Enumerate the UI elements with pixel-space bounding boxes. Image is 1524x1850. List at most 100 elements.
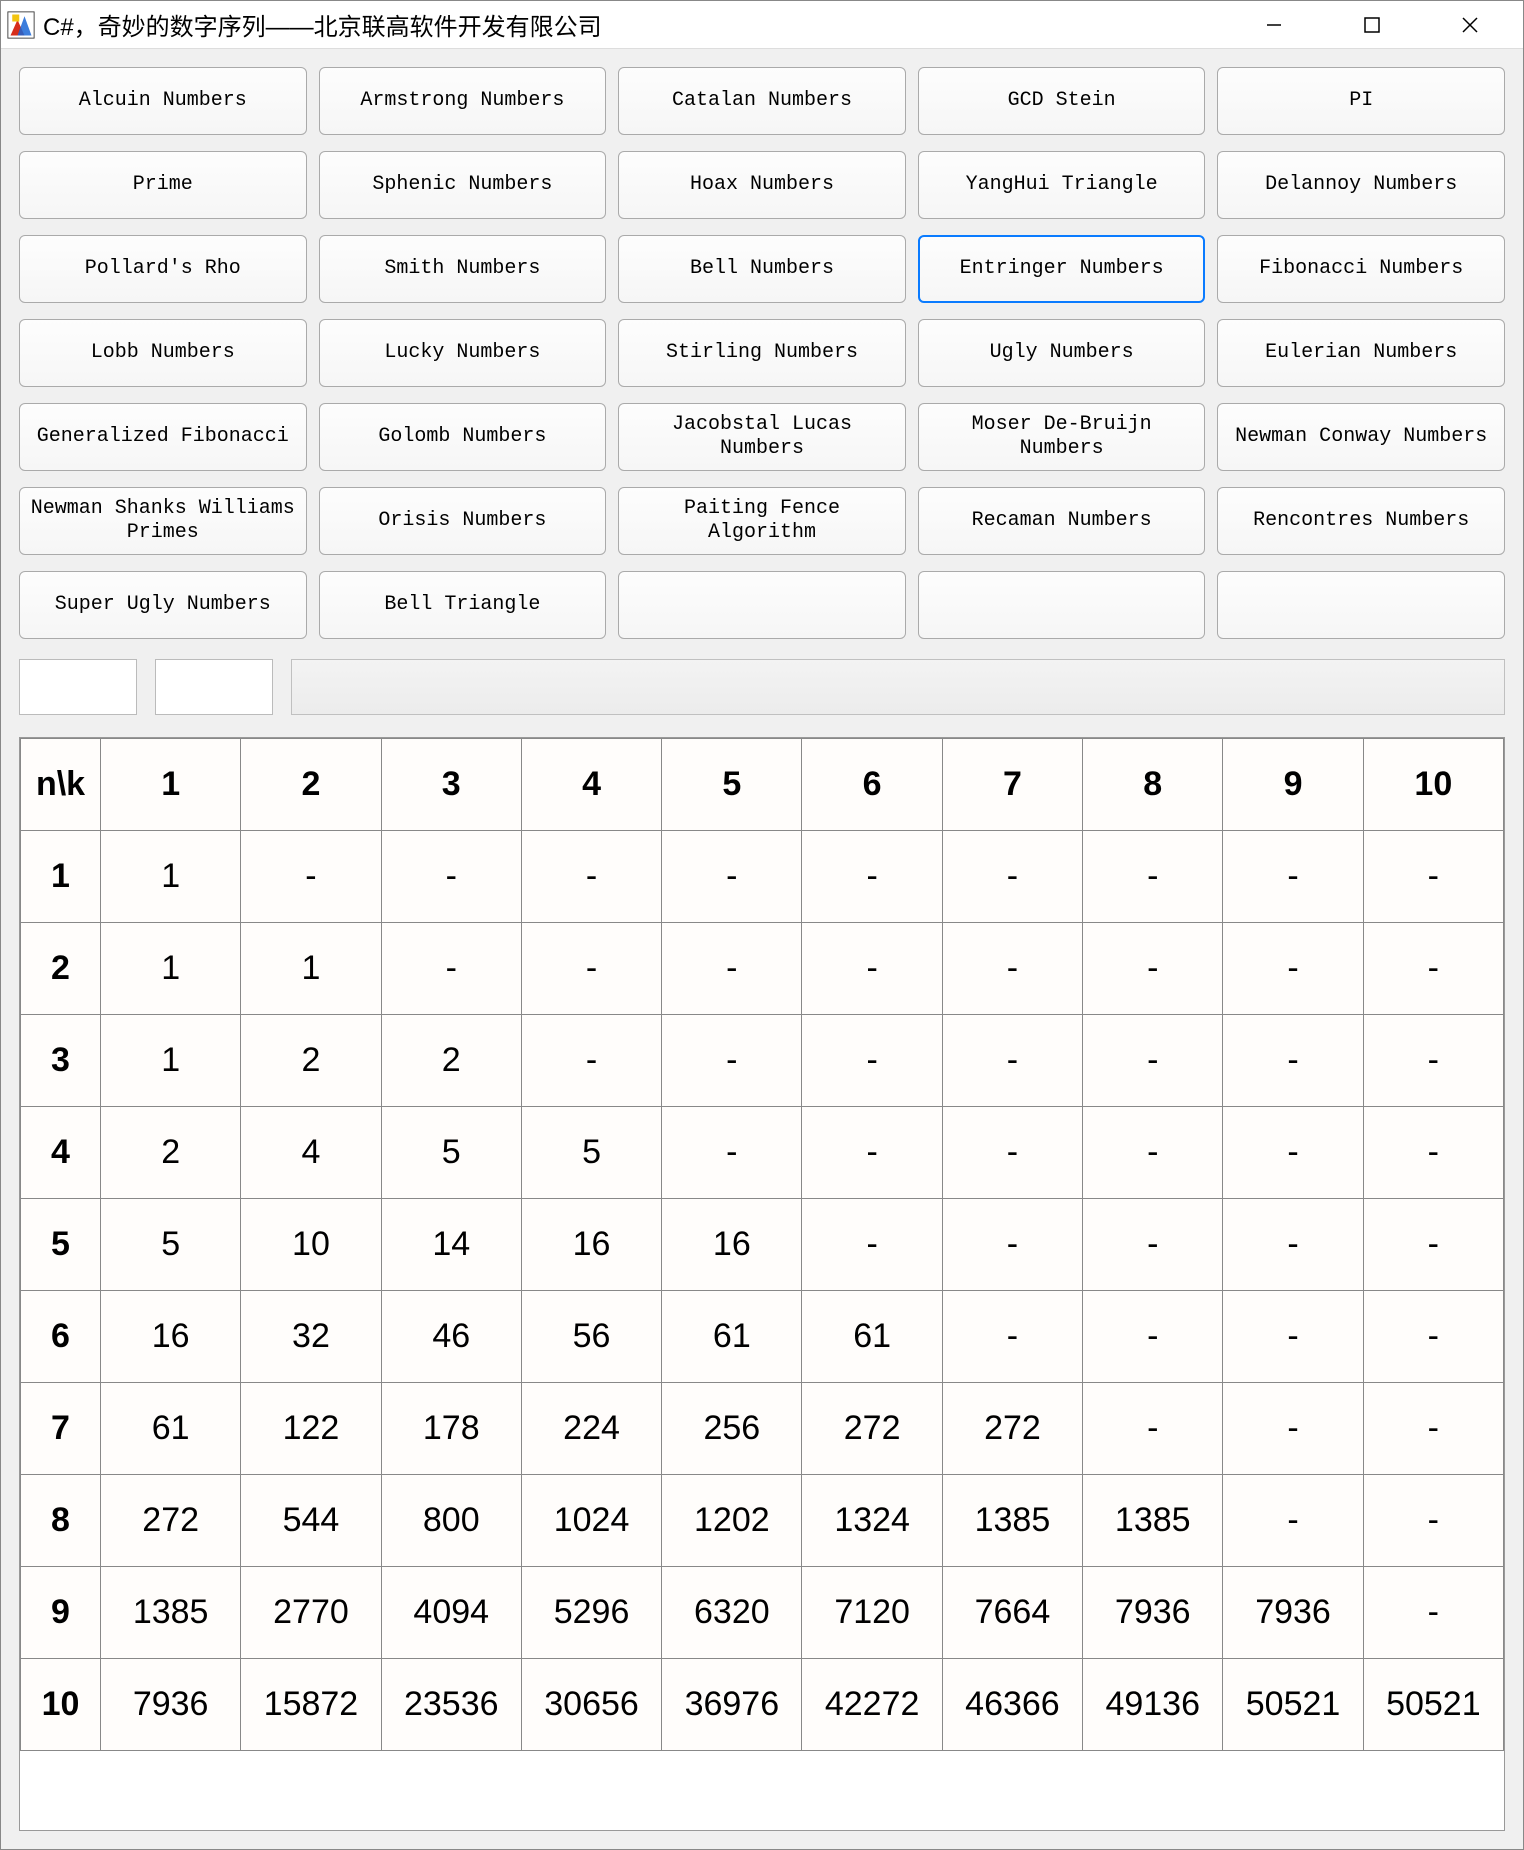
seq-button-armstrong-numbers[interactable]: Armstrong Numbers bbox=[319, 67, 607, 135]
row-header: 6 bbox=[21, 1291, 101, 1383]
seq-button-entringer-numbers[interactable]: Entringer Numbers bbox=[918, 235, 1206, 303]
table-cell: - bbox=[1223, 923, 1363, 1015]
seq-button-pollard-s-rho[interactable]: Pollard's Rho bbox=[19, 235, 307, 303]
seq-button-orisis-numbers[interactable]: Orisis Numbers bbox=[319, 487, 607, 555]
table-cell: 7120 bbox=[802, 1567, 942, 1659]
table-cell: - bbox=[802, 1199, 942, 1291]
row-header: 3 bbox=[21, 1015, 101, 1107]
table-cell: - bbox=[1363, 1567, 1503, 1659]
seq-button-lobb-numbers[interactable]: Lobb Numbers bbox=[19, 319, 307, 387]
table-cell: - bbox=[521, 1015, 661, 1107]
window-title: C#，奇妙的数字序列——北京联高软件开发有限公司 bbox=[43, 7, 1239, 42]
table-cell: 2770 bbox=[241, 1567, 381, 1659]
seq-button-jacobstal-lucas-numbers[interactable]: Jacobstal Lucas Numbers bbox=[618, 403, 906, 471]
table-cell: 5 bbox=[101, 1199, 241, 1291]
minimize-button[interactable] bbox=[1239, 5, 1309, 45]
seq-button-empty[interactable] bbox=[618, 571, 906, 639]
input-field-1[interactable] bbox=[19, 659, 137, 715]
table-cell: - bbox=[521, 923, 661, 1015]
seq-button-lucky-numbers[interactable]: Lucky Numbers bbox=[319, 319, 607, 387]
table-cell: 14 bbox=[381, 1199, 521, 1291]
close-button[interactable] bbox=[1435, 5, 1505, 45]
table-cell: 49136 bbox=[1083, 1659, 1223, 1751]
seq-button-moser-de-bruijn-numbers[interactable]: Moser De-Bruijn Numbers bbox=[918, 403, 1206, 471]
table-cell: - bbox=[1223, 1107, 1363, 1199]
table-cell: 1385 bbox=[101, 1567, 241, 1659]
seq-button-catalan-numbers[interactable]: Catalan Numbers bbox=[618, 67, 906, 135]
seq-button-bell-triangle[interactable]: Bell Triangle bbox=[319, 571, 607, 639]
table-row: 6163246566161---- bbox=[21, 1291, 1504, 1383]
seq-button-paiting-fence-algorithm[interactable]: Paiting Fence Algorithm bbox=[618, 487, 906, 555]
table-cell: 42272 bbox=[802, 1659, 942, 1751]
window-controls bbox=[1239, 5, 1517, 45]
seq-button-ugly-numbers[interactable]: Ugly Numbers bbox=[918, 319, 1206, 387]
table-cell: - bbox=[942, 1015, 1082, 1107]
table-cell: - bbox=[942, 1199, 1082, 1291]
table-cell: 50521 bbox=[1363, 1659, 1503, 1751]
input-field-2[interactable] bbox=[155, 659, 273, 715]
seq-button-eulerian-numbers[interactable]: Eulerian Numbers bbox=[1217, 319, 1505, 387]
table-cell: 7664 bbox=[942, 1567, 1082, 1659]
table-cell: 5296 bbox=[521, 1567, 661, 1659]
seq-button-empty[interactable] bbox=[918, 571, 1206, 639]
table-cell: 1202 bbox=[662, 1475, 802, 1567]
seq-button-prime[interactable]: Prime bbox=[19, 151, 307, 219]
app-icon bbox=[7, 11, 35, 39]
seq-button-sphenic-numbers[interactable]: Sphenic Numbers bbox=[319, 151, 607, 219]
table-cell: - bbox=[1363, 1291, 1503, 1383]
row-header: 10 bbox=[21, 1659, 101, 1751]
table-cell: - bbox=[942, 923, 1082, 1015]
table-cell: 4094 bbox=[381, 1567, 521, 1659]
table-cell: - bbox=[1363, 1015, 1503, 1107]
col-header: 10 bbox=[1363, 739, 1503, 831]
seq-button-gcd-stein[interactable]: GCD Stein bbox=[918, 67, 1206, 135]
table-cell: - bbox=[381, 923, 521, 1015]
table-row: 11--------- bbox=[21, 831, 1504, 923]
row-header: 5 bbox=[21, 1199, 101, 1291]
table-cell: - bbox=[1083, 1199, 1223, 1291]
titlebar: C#，奇妙的数字序列——北京联高软件开发有限公司 bbox=[1, 1, 1523, 49]
table-cell: - bbox=[942, 1291, 1082, 1383]
table-cell: 61 bbox=[101, 1383, 241, 1475]
sequence-button-grid: Alcuin NumbersArmstrong NumbersCatalan N… bbox=[1, 49, 1523, 651]
seq-button-empty[interactable] bbox=[1217, 571, 1505, 639]
table-row: 9138527704094529663207120766479367936- bbox=[21, 1567, 1504, 1659]
seq-button-generalized-fibonacci[interactable]: Generalized Fibonacci bbox=[19, 403, 307, 471]
table-cell: 5 bbox=[521, 1107, 661, 1199]
table-cell: 272 bbox=[942, 1383, 1082, 1475]
seq-button-newman-conway-numbers[interactable]: Newman Conway Numbers bbox=[1217, 403, 1505, 471]
seq-button-super-ugly-numbers[interactable]: Super Ugly Numbers bbox=[19, 571, 307, 639]
seq-button-pi[interactable]: PI bbox=[1217, 67, 1505, 135]
seq-button-smith-numbers[interactable]: Smith Numbers bbox=[319, 235, 607, 303]
table-cell: 256 bbox=[662, 1383, 802, 1475]
table-cell: - bbox=[1363, 923, 1503, 1015]
seq-button-yanghui-triangle[interactable]: YangHui Triangle bbox=[918, 151, 1206, 219]
status-bar bbox=[291, 659, 1505, 715]
table-cell: 32 bbox=[241, 1291, 381, 1383]
table-cell: - bbox=[1223, 1015, 1363, 1107]
table-cell: - bbox=[1363, 1475, 1503, 1567]
table-corner: n\k bbox=[21, 739, 101, 831]
seq-button-stirling-numbers[interactable]: Stirling Numbers bbox=[618, 319, 906, 387]
seq-button-hoax-numbers[interactable]: Hoax Numbers bbox=[618, 151, 906, 219]
table-cell: 10 bbox=[241, 1199, 381, 1291]
table-cell: 2 bbox=[241, 1015, 381, 1107]
seq-button-fibonacci-numbers[interactable]: Fibonacci Numbers bbox=[1217, 235, 1505, 303]
table-cell: 2 bbox=[381, 1015, 521, 1107]
col-header: 1 bbox=[101, 739, 241, 831]
seq-button-golomb-numbers[interactable]: Golomb Numbers bbox=[319, 403, 607, 471]
seq-button-newman-shanks-williams-primes[interactable]: Newman Shanks Williams Primes bbox=[19, 487, 307, 555]
row-header: 7 bbox=[21, 1383, 101, 1475]
table-cell: 30656 bbox=[521, 1659, 661, 1751]
toolbar-row bbox=[1, 651, 1523, 731]
seq-button-bell-numbers[interactable]: Bell Numbers bbox=[618, 235, 906, 303]
table-cell: - bbox=[1083, 1015, 1223, 1107]
col-header: 7 bbox=[942, 739, 1082, 831]
seq-button-recaman-numbers[interactable]: Recaman Numbers bbox=[918, 487, 1206, 555]
seq-button-alcuin-numbers[interactable]: Alcuin Numbers bbox=[19, 67, 307, 135]
maximize-button[interactable] bbox=[1337, 5, 1407, 45]
seq-button-rencontres-numbers[interactable]: Rencontres Numbers bbox=[1217, 487, 1505, 555]
table-cell: - bbox=[802, 831, 942, 923]
table-cell: - bbox=[1363, 1199, 1503, 1291]
seq-button-delannoy-numbers[interactable]: Delannoy Numbers bbox=[1217, 151, 1505, 219]
